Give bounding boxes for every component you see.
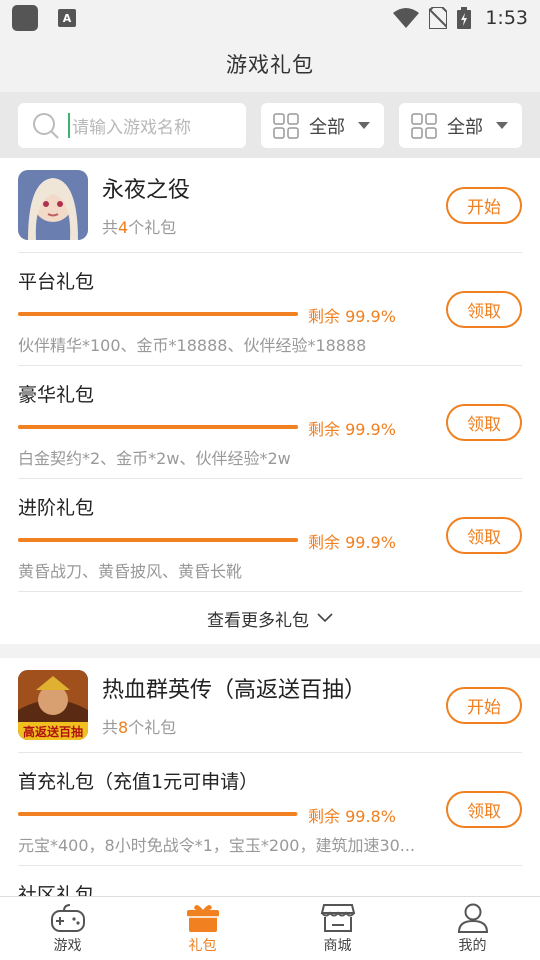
gift-count: 共4个礼包 <box>102 218 177 237</box>
game-name: 热血群英传（高返送百抽） <box>102 678 367 703</box>
start-game-button[interactable]: 开始 <box>446 686 522 724</box>
search-input[interactable]: 请输入游戏名称 <box>18 103 246 148</box>
game-card: 永夜之役 共4个礼包 开始 平台礼包 剩余 99.9% 伙伴精华*100、金币*… <box>0 158 540 644</box>
pack-name: 进阶礼包 <box>18 497 95 519</box>
remain-progress-bar <box>18 425 298 429</box>
game-icon-rexue: 高返送百抽 <box>18 670 88 740</box>
claim-button[interactable]: 领取 <box>446 517 522 554</box>
gift-pack-row: 首充礼包（充值1元可申请） 剩余 99.8% 元宝*400，8小时免战令*1，宝… <box>18 753 522 866</box>
pack-name: 社区礼包 <box>18 884 95 896</box>
view-more-button[interactable]: 查看更多礼包 <box>18 592 522 644</box>
search-placeholder: 请输入游戏名称 <box>68 113 191 138</box>
game-card: 高返送百抽 热血群英传（高返送百抽） 共8个礼包 开始 首充礼包（充值1元可申请… <box>0 658 540 896</box>
gift-icon <box>186 904 219 932</box>
remain-progress-fill <box>18 425 298 429</box>
caret-down-icon <box>358 122 370 129</box>
pack-contents: 元宝*400，8小时免战令*1，宝玉*200，建筑加速30... <box>18 836 416 855</box>
status-time: 1:53 <box>485 7 528 29</box>
remain-progress-bar <box>18 538 298 542</box>
remain-text: 剩余 99.9% <box>308 307 396 326</box>
pack-contents: 伙伴精华*100、金币*18888、伙伴经验*18888 <box>18 336 367 355</box>
game-name: 永夜之役 <box>102 178 191 203</box>
gamepad-icon <box>50 904 85 932</box>
caret-down-icon <box>496 122 508 129</box>
grid-icon <box>273 112 299 139</box>
gift-count: 共8个礼包 <box>102 718 177 737</box>
dropdown-1-label: 全部 <box>309 116 345 138</box>
claim-button[interactable]: 领取 <box>446 791 522 828</box>
title-bar: 游戏礼包 <box>0 36 540 92</box>
remain-progress-fill <box>18 312 298 316</box>
view-more-label: 查看更多礼包 <box>207 610 309 631</box>
remain-text: 剩余 99.9% <box>308 533 396 552</box>
keyboard-a-icon: A <box>58 9 76 27</box>
game-header: 高返送百抽 热血群英传（高返送百抽） 共8个礼包 开始 <box>18 658 522 753</box>
remain-progress-bar <box>18 312 298 316</box>
start-game-button[interactable]: 开始 <box>446 186 522 224</box>
tab-store[interactable]: 商城 <box>270 897 405 960</box>
tab-gifts-label: 礼包 <box>188 938 217 954</box>
user-icon <box>457 903 488 933</box>
gift-pack-row: 社区礼包 <box>18 866 522 896</box>
pack-contents: 黄昏战刀、黄昏披风、黄昏长靴 <box>18 562 243 581</box>
game-icon-rexue-text: 高返送百抽 <box>23 724 83 739</box>
remain-text: 剩余 99.8% <box>308 807 396 826</box>
tab-games-label: 游戏 <box>53 938 82 954</box>
pack-name: 豪华礼包 <box>18 384 95 406</box>
wifi-icon <box>393 8 420 28</box>
tab-gifts[interactable]: 礼包 <box>135 897 270 960</box>
gift-pack-row: 进阶礼包 剩余 99.9% 黄昏战刀、黄昏披风、黄昏长靴 领取 <box>18 479 522 592</box>
gift-pack-row: 豪华礼包 剩余 99.9% 白金契约*2、金币*2w、伙伴经验*2w 领取 <box>18 366 522 479</box>
tab-store-label: 商城 <box>323 938 352 954</box>
category-dropdown-1[interactable]: 全部 <box>261 103 384 148</box>
pack-name: 首充礼包（充值1元可申请） <box>18 771 259 793</box>
bottom-tab-bar: 游戏 礼包 商城 我的 <box>0 896 540 960</box>
pack-contents: 白金契约*2、金币*2w、伙伴经验*2w <box>18 449 291 468</box>
claim-button[interactable]: 领取 <box>446 291 522 328</box>
remain-progress-fill <box>18 538 298 542</box>
remain-progress-fill <box>18 812 298 816</box>
store-icon <box>320 904 355 932</box>
claim-button[interactable]: 领取 <box>446 404 522 441</box>
remain-progress-bar <box>18 812 298 816</box>
battery-icon <box>457 7 472 29</box>
tab-me-label: 我的 <box>458 938 487 954</box>
grid-icon <box>411 112 437 139</box>
category-dropdown-2[interactable]: 全部 <box>399 103 522 148</box>
tab-games[interactable]: 游戏 <box>0 897 135 960</box>
remain-text: 剩余 99.9% <box>308 420 396 439</box>
dropdown-2-label: 全部 <box>447 116 483 138</box>
no-sim-icon <box>429 7 448 29</box>
game-icon-yongye <box>18 170 88 240</box>
game-header: 永夜之役 共4个礼包 开始 <box>18 158 522 253</box>
status-bar: A 1:53 <box>0 0 540 36</box>
search-icon <box>33 112 59 139</box>
gift-pack-row: 平台礼包 剩余 99.9% 伙伴精华*100、金币*18888、伙伴经验*188… <box>18 253 522 366</box>
tab-me[interactable]: 我的 <box>405 897 540 960</box>
app-notification-icon <box>12 5 38 31</box>
chevron-down-icon <box>317 613 333 623</box>
filter-bar: 请输入游戏名称 全部 全部 <box>0 92 540 158</box>
gift-list: 永夜之役 共4个礼包 开始 平台礼包 剩余 99.9% 伙伴精华*100、金币*… <box>0 158 540 896</box>
pack-name: 平台礼包 <box>18 271 95 293</box>
page-title: 游戏礼包 <box>226 53 314 77</box>
